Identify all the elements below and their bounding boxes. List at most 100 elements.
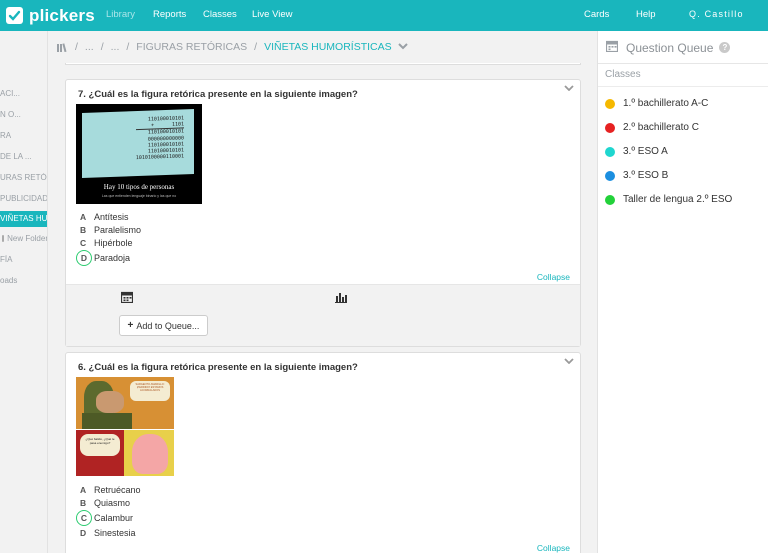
- class-name: 3.º ESO B: [623, 170, 669, 181]
- new-folder-label: New Folder: [7, 234, 48, 243]
- breadcrumb-item[interactable]: FIGURAS RETÓRICAS: [136, 41, 247, 53]
- breadcrumb-item[interactable]: ...: [85, 41, 94, 53]
- sidebar-item[interactable]: DE LA ...: [0, 152, 47, 161]
- folder-sidebar: ACI... N O... RA DE LA ... URAS RETÓ... …: [0, 31, 48, 553]
- calendar-icon[interactable]: [120, 291, 134, 306]
- choice-d: D Sinestesia: [80, 526, 141, 539]
- chevron-down-icon[interactable]: [564, 356, 574, 366]
- question-image: 110100010101 +1101 110100010101 00000000…: [76, 104, 202, 204]
- correct-letter: D: [76, 249, 92, 266]
- binary-paper: 110100010101 +1101 110100010101 00000000…: [82, 109, 194, 178]
- checkmark-icon: [6, 7, 23, 24]
- choice-a: A Retruécano: [80, 483, 141, 496]
- breadcrumb-current[interactable]: VIÑETAS HUMORÍSTICAS: [264, 41, 392, 53]
- logo-text: plickers: [29, 5, 95, 25]
- comic-image: SARGENTO AMARILLO: ¡PERDIDO! ESTAMOS ACO…: [76, 377, 174, 476]
- choice-text: Paradoja: [94, 252, 131, 263]
- breadcrumb-separator: /: [100, 41, 104, 53]
- sidebar-item[interactable]: PUBLICIDAD: [0, 194, 47, 203]
- class-item[interactable]: 3.º ESO A: [605, 146, 668, 157]
- plus-sign: +: [150, 122, 154, 129]
- choice-letter: B: [80, 497, 87, 508]
- choice-c: C Hipérbole: [80, 236, 141, 249]
- nav-cards[interactable]: Cards: [584, 9, 609, 20]
- user-menu[interactable]: Q. Castillo: [689, 9, 744, 19]
- binary-line: 1010100000110001: [135, 153, 184, 162]
- choice-letter: C: [80, 237, 87, 248]
- class-item[interactable]: Taller de lengua 2.º ESO: [605, 194, 732, 205]
- divider: [598, 63, 768, 64]
- breadcrumb-item[interactable]: ...: [111, 41, 120, 53]
- sidebar-item-active[interactable]: VIÑETAS HUM: [0, 211, 47, 227]
- choice-d-correct: D Paradoja: [76, 249, 141, 266]
- choice-text: Calambur: [94, 512, 134, 523]
- choice-text: Retruécano: [94, 484, 141, 495]
- nav-reports[interactable]: Reports: [153, 9, 186, 20]
- image-subcaption: Las que entienden lenguaje binario y las…: [101, 194, 177, 198]
- class-color-dot: [605, 194, 615, 205]
- sidebar-item[interactable]: N O...: [0, 110, 47, 119]
- plus-icon: +: [127, 320, 134, 331]
- class-name: Taller de lengua 2.º ESO: [623, 194, 733, 205]
- choice-text: Paralelismo: [94, 224, 142, 235]
- breadcrumb-separator: /: [126, 41, 130, 53]
- sidebar-item[interactable]: oads: [0, 276, 47, 285]
- choice-letter: B: [80, 224, 87, 235]
- choice-letter: D: [80, 527, 87, 538]
- question-list: 7. ¿Cuál es la figura retórica presente …: [49, 63, 597, 553]
- sidebar-item[interactable]: URAS RETÓ...: [0, 173, 47, 182]
- queue-title: Question Queue: [626, 40, 714, 55]
- help-icon[interactable]: ?: [719, 42, 731, 53]
- class-item[interactable]: 1.º bachillerato A-C: [605, 98, 708, 109]
- speech-bubble: ¿Qué batido, ¿Qué te pasa enemigo?: [80, 434, 120, 456]
- divider: [598, 86, 768, 87]
- speech-bubble: SARGENTO AMARILLO: ¡PERDIDO! ESTAMOS ACO…: [130, 381, 170, 401]
- breadcrumb-separator: /: [254, 41, 258, 53]
- nav-live-view[interactable]: Live View: [252, 9, 293, 20]
- choice-a: A Antítesis: [80, 210, 141, 223]
- choice-text: Hipérbole: [94, 237, 133, 248]
- choice-letter: A: [80, 484, 87, 495]
- report-bar-chart-icon[interactable]: [335, 292, 347, 306]
- sidebar-item[interactable]: FÍA: [0, 255, 47, 264]
- question-title: 6. ¿Cuál es la figura retórica presente …: [78, 362, 358, 373]
- sidebar-item[interactable]: RA: [0, 131, 47, 140]
- class-color-dot: [605, 98, 615, 109]
- folder-icon: [2, 235, 5, 242]
- previous-card-edge: [65, 63, 581, 65]
- class-name: 2.º bachillerato C: [623, 122, 699, 133]
- library-icon[interactable]: [57, 42, 68, 52]
- nav-classes[interactable]: Classes: [203, 9, 237, 20]
- collapse-link[interactable]: Collapse: [537, 272, 570, 282]
- classes-heading: Classes: [605, 69, 641, 80]
- class-name: 1.º bachillerato A-C: [623, 98, 709, 109]
- answer-choices: A Retruécano B Quiasmo C Calambur D Sinestes…: [76, 483, 141, 539]
- comic-panel-top: SARGENTO AMARILLO: ¡PERDIDO! ESTAMOS ACO…: [76, 377, 174, 429]
- chevron-down-icon[interactable]: [397, 41, 408, 53]
- binary-line: 1101: [171, 121, 184, 129]
- choice-text: Sinestesia: [94, 527, 136, 538]
- question-card[interactable]: 7. ¿Cuál es la figura retórica presente …: [65, 79, 581, 347]
- sidebar-new-folder[interactable]: New Folder: [0, 234, 48, 243]
- nav-help[interactable]: Help: [636, 9, 656, 20]
- plickers-logo[interactable]: plickers: [6, 6, 95, 26]
- sidebar-item[interactable]: ACI...: [0, 89, 47, 98]
- queue-header: Question Queue ?: [605, 40, 731, 55]
- nav-library[interactable]: Library: [106, 9, 135, 20]
- answer-choices: A Antítesis B Paralelismo C Hipérbole D Para…: [76, 210, 141, 266]
- question-queue-panel: Question Queue ? Classes 1.º bachillerat…: [597, 31, 768, 553]
- comic-panel-bottom: ¿Qué batido, ¿Qué te pasa enemigo?: [76, 430, 174, 476]
- class-item[interactable]: 2.º bachillerato C: [605, 122, 699, 133]
- breadcrumb: / ... / ... / FIGURAS RETÓRICAS / VIÑETA…: [49, 31, 597, 63]
- class-item[interactable]: 3.º ESO B: [605, 170, 668, 181]
- choice-b: B Paralelismo: [80, 223, 141, 236]
- choice-text: Quiasmo: [94, 497, 131, 508]
- class-color-dot: [605, 146, 615, 157]
- collapse-link[interactable]: Collapse: [537, 543, 570, 553]
- question-card[interactable]: 6. ¿Cuál es la figura retórica presente …: [65, 352, 581, 553]
- image-caption: Hay 10 tipos de personas: [103, 183, 175, 191]
- calendar-icon: [605, 40, 619, 55]
- class-name: 3.º ESO A: [623, 146, 668, 157]
- chevron-down-icon[interactable]: [564, 83, 574, 93]
- add-to-queue-button[interactable]: + Add to Queue...: [119, 315, 208, 336]
